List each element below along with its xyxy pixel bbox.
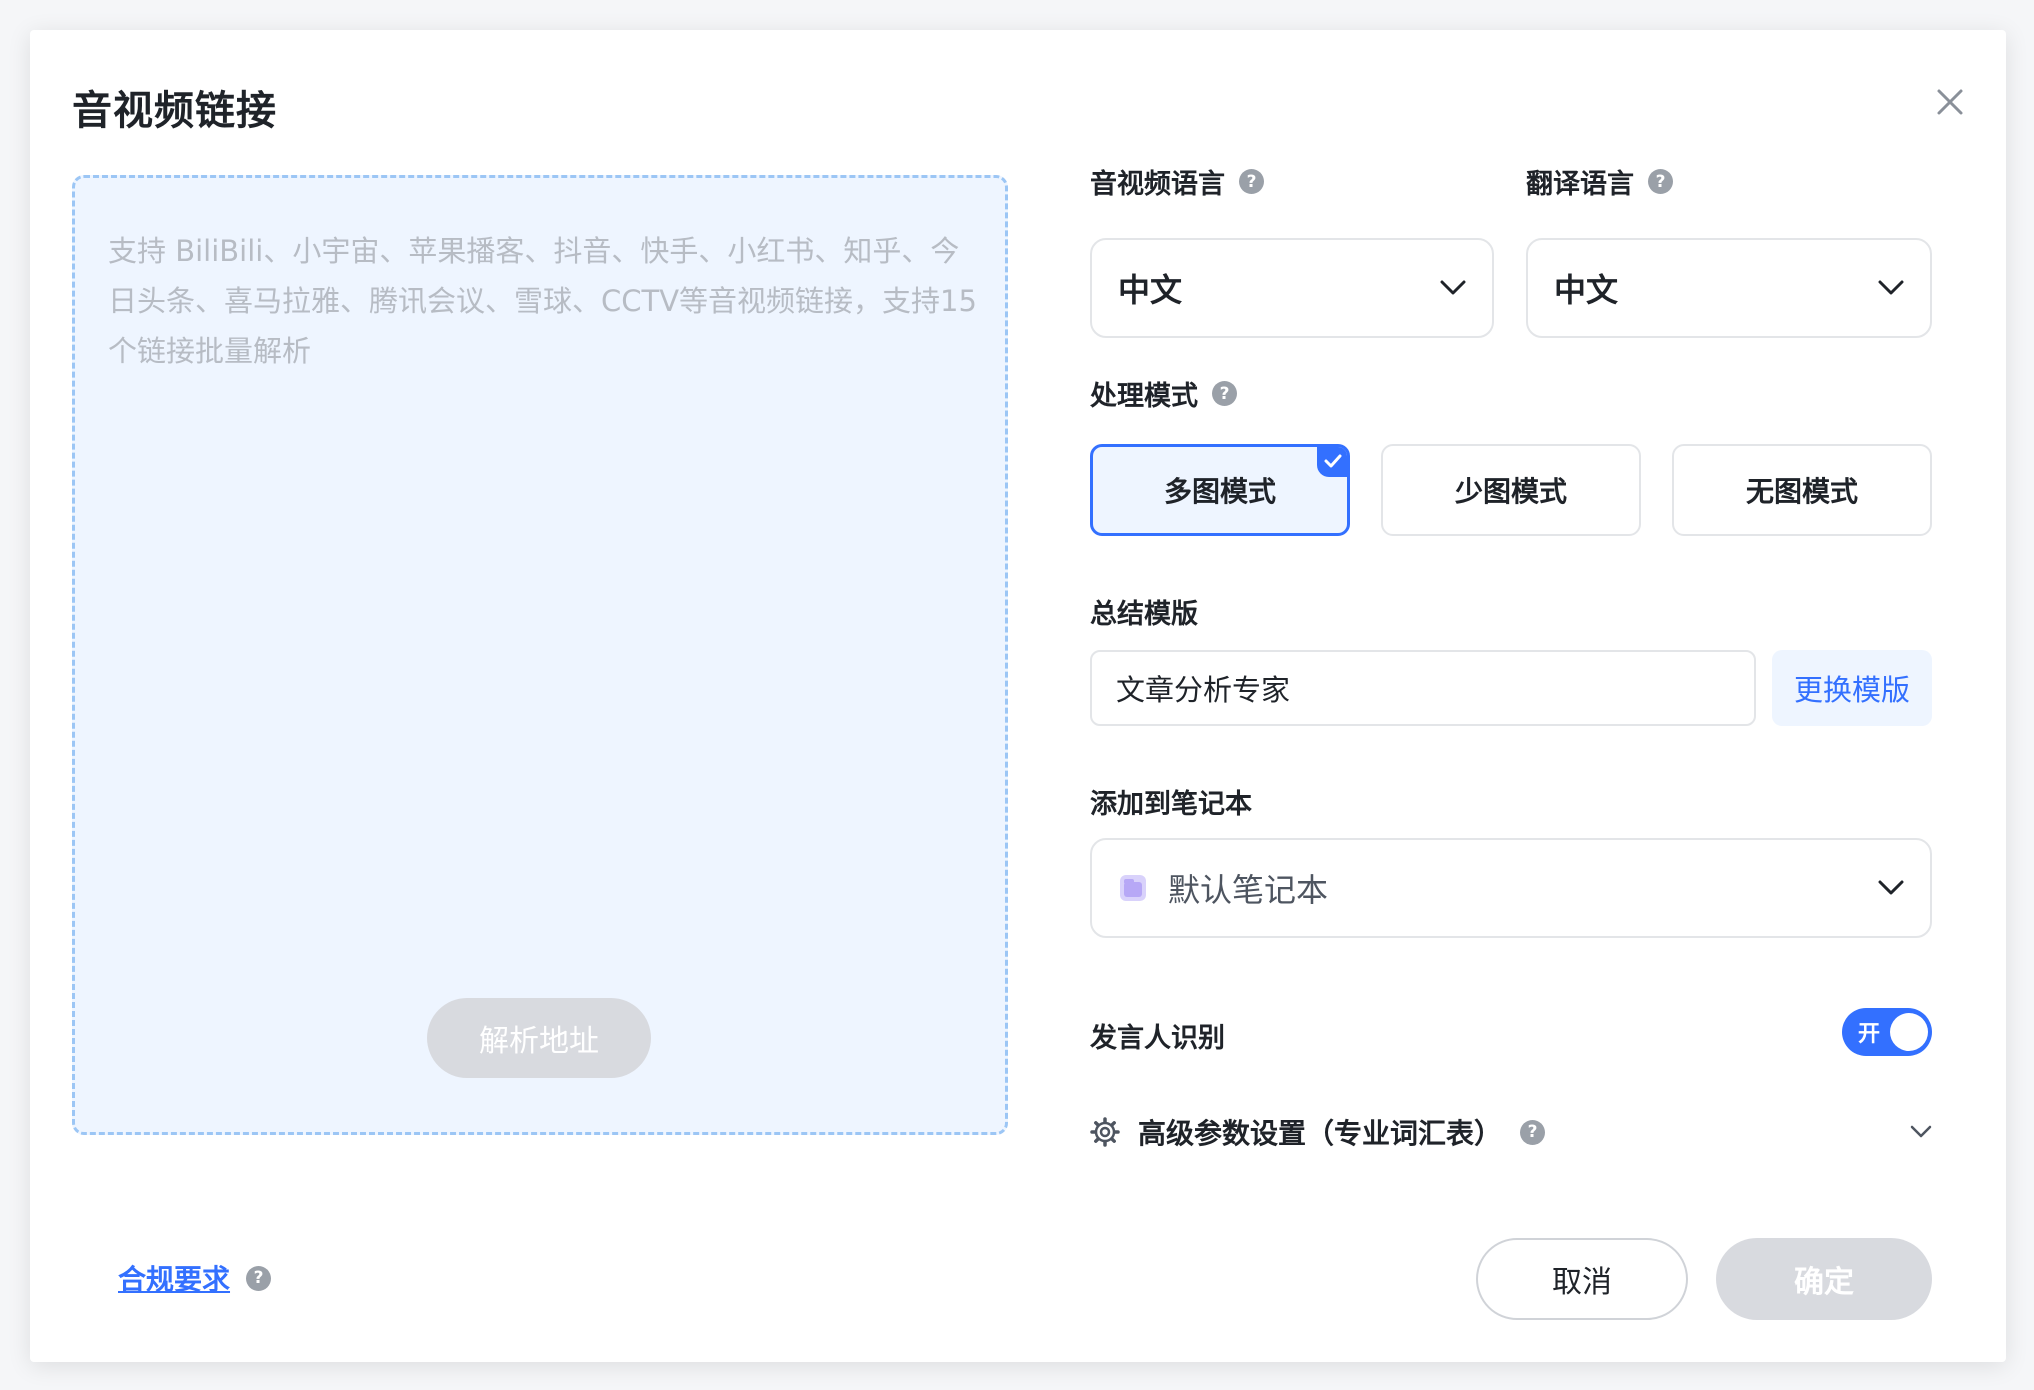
advanced-settings-label: 高级参数设置（专业词汇表） (1138, 1117, 1503, 1150)
chevron-down-icon (1440, 280, 1466, 295)
compliance-link[interactable]: 合规要求 (118, 1258, 230, 1298)
help-icon[interactable]: ? (1239, 169, 1264, 194)
mode-option-multi-image[interactable]: 多图模式 (1090, 444, 1350, 536)
chevron-down-icon[interactable] (1910, 1125, 1932, 1139)
translate-language-label-text: 翻译语言 (1526, 169, 1634, 200)
link-input[interactable] (108, 226, 978, 926)
help-icon[interactable]: ? (1520, 1119, 1546, 1145)
processing-mode-label: 处理模式 ? (1090, 374, 1237, 413)
summary-template-field[interactable]: 文章分析专家 (1090, 650, 1756, 726)
link-drop-area: 解析地址 (72, 175, 1008, 1135)
toggle-text: 开 (1858, 1022, 1881, 1047)
help-icon[interactable]: ? (246, 1265, 272, 1291)
summary-template-label: 总结模版 (1090, 592, 1198, 631)
audio-language-value: 中文 (1118, 271, 1183, 309)
cancel-button[interactable]: 取消 (1476, 1238, 1688, 1320)
gear-icon (1090, 1117, 1120, 1147)
confirm-button[interactable]: 确定 (1716, 1238, 1932, 1320)
close-button[interactable] (1930, 82, 1970, 122)
notebook-label-text: 添加到笔记本 (1090, 789, 1252, 820)
toggle-knob (1890, 1013, 1928, 1051)
close-icon (1937, 89, 1963, 115)
selected-check-icon (1317, 447, 1347, 477)
mode-option-label: 多图模式 (1163, 475, 1276, 508)
chevron-down-icon (1878, 880, 1904, 895)
audio-language-label: 音视频语言 ? (1090, 162, 1264, 201)
notebook-select[interactable]: 默认笔记本 (1090, 838, 1932, 938)
audio-language-select[interactable]: 中文 (1090, 238, 1494, 338)
parse-address-button[interactable]: 解析地址 (427, 998, 651, 1078)
change-template-button[interactable]: 更换模版 (1772, 650, 1932, 726)
mode-option-few-image[interactable]: 少图模式 (1381, 444, 1641, 536)
audio-language-label-text: 音视频语言 (1090, 169, 1225, 200)
help-icon[interactable]: ? (1212, 381, 1237, 406)
mode-option-label: 无图模式 (1745, 475, 1858, 508)
speaker-recognition-label: 发言人识别 (1090, 1016, 1225, 1055)
help-icon[interactable]: ? (1648, 169, 1673, 194)
speaker-recognition-toggle[interactable]: 开 (1842, 1008, 1932, 1056)
speaker-recognition-label-text: 发言人识别 (1090, 1023, 1225, 1054)
mode-option-label: 少图模式 (1454, 475, 1567, 508)
processing-mode-label-text: 处理模式 (1090, 381, 1198, 412)
chevron-down-icon (1878, 280, 1904, 295)
audio-video-link-dialog: 音视频链接 解析地址 音视频语言 ? 中文 翻译语言 ? 中文 处理模式 ? 多… (30, 30, 2006, 1362)
dialog-title: 音视频链接 (72, 88, 277, 134)
mode-option-no-image[interactable]: 无图模式 (1672, 444, 1932, 536)
translate-language-label: 翻译语言 ? (1526, 162, 1673, 201)
advanced-settings-row[interactable]: 高级参数设置（专业词汇表） ? (1090, 1108, 1932, 1156)
translate-language-select[interactable]: 中文 (1526, 238, 1932, 338)
summary-template-label-text: 总结模版 (1090, 599, 1198, 630)
notebook-icon (1120, 875, 1146, 901)
summary-template-value: 文章分析专家 (1116, 673, 1291, 707)
compliance-section: 合规要求 ? (118, 1258, 272, 1298)
notebook-value: 默认笔记本 (1168, 871, 1329, 909)
notebook-label: 添加到笔记本 (1090, 782, 1252, 821)
translate-language-value: 中文 (1554, 271, 1619, 309)
